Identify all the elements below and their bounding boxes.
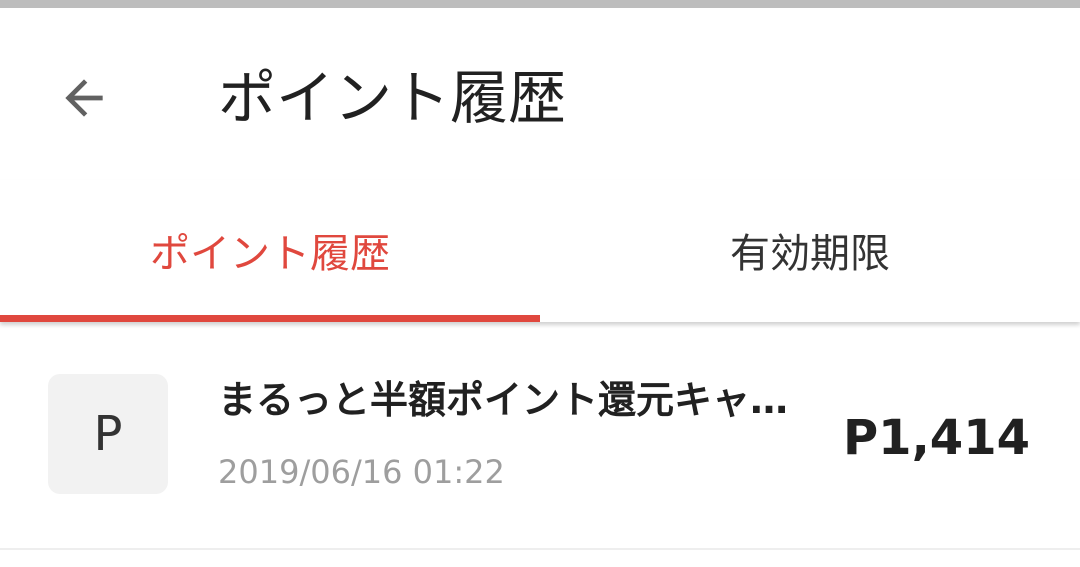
- status-bar: [0, 0, 1080, 8]
- divider: [0, 548, 1080, 550]
- app-bar: ポイント履歴: [0, 8, 1080, 180]
- item-date: 2019/06/16 01:22: [218, 453, 505, 491]
- avatar: P: [48, 374, 168, 494]
- tab-point-history[interactable]: ポイント履歴: [0, 180, 540, 322]
- list-item[interactable]: P まるっと半額ポイント還元キャ… 2019/06/16 01:22 P1,41…: [0, 322, 1080, 548]
- item-points: P1,414: [842, 410, 1030, 466]
- tab-bar: ポイント履歴 有効期限: [0, 180, 1080, 322]
- item-title: まるっと半額ポイント還元キャ…: [218, 378, 789, 422]
- arrow-left-icon: [65, 79, 103, 117]
- back-button[interactable]: [44, 58, 124, 138]
- point-history-list: P まるっと半額ポイント還元キャ… 2019/06/16 01:22 P1,41…: [0, 322, 1080, 567]
- active-tab-indicator: [0, 315, 540, 322]
- tab-expiration[interactable]: 有効期限: [540, 180, 1080, 322]
- tab-label: 有効期限: [730, 231, 890, 277]
- page-title: ポイント履歴: [218, 64, 567, 132]
- tab-label: ポイント履歴: [150, 231, 390, 277]
